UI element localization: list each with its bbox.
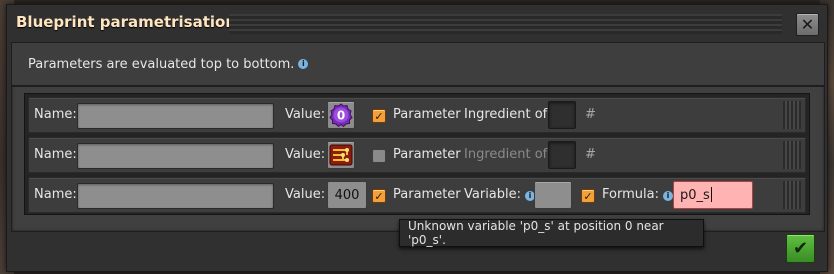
confirm-button[interactable]: ✔ [786,234,815,263]
header-strip: Parameters are evaluated top to bottom. … [12,43,824,87]
variable-label: Variable: i [464,187,536,202]
titlebar: Blueprint parametrisation ✕ [7,5,827,41]
drag-handle[interactable] [229,14,782,34]
close-button[interactable]: ✕ [796,13,819,36]
svg-text:0: 0 [337,109,345,123]
parameter-label: Parameter [393,187,461,202]
value-number-field[interactable]: 400 [327,181,367,209]
parameter-checkbox[interactable] [372,149,386,163]
name-input[interactable] [77,143,274,169]
formula-label: Formula: i [602,187,673,202]
error-tooltip: Unknown variable 'p0_s' at position 0 ne… [399,219,704,247]
value-label: Value: [285,107,326,122]
ingredient-of-slot[interactable] [548,141,576,169]
name-input[interactable] [77,183,274,209]
hash-label: # [585,107,596,122]
window-title: Blueprint parametrisation [16,13,237,31]
row-grip-handle[interactable] [783,101,801,129]
value-label: Value: [285,147,326,162]
variable-input[interactable] [534,181,572,209]
value-slot[interactable] [327,141,355,169]
name-input[interactable] [77,103,274,129]
content-panel: Parameters are evaluated top to bottom. … [11,42,825,232]
formula-checkbox[interactable]: ✓ [581,189,595,203]
value-slot[interactable]: 0 [327,101,355,129]
parameter-checkbox[interactable]: ✓ [372,189,386,203]
parameter-label: Parameter [393,147,461,162]
parameters-list: Name: Value: 0 ✓ Parameter Ingredient of… [24,93,810,215]
name-label: Name: [34,187,77,202]
parameter-checkbox[interactable]: ✓ [372,109,386,123]
text-caret [710,187,712,202]
electronic-circuit-icon [329,144,353,166]
info-icon[interactable]: i [298,59,309,69]
parameter-row-2: Name: Value: Parameter Ingredient of: # [28,137,806,173]
parameter-label: Parameter [393,107,461,122]
ingredient-of-label: Ingredient of: [464,107,552,122]
parameter-row-3: Name: Value: 400 ✓ Parameter Variable: i … [28,177,806,213]
ingredient-of-label: Ingredient of: [464,147,552,162]
header-text: Parameters are evaluated top to bottom. [28,56,295,72]
tooltip-text: Unknown variable 'p0_s' at position 0 ne… [408,219,664,247]
parameter-row-1: Name: Value: 0 ✓ Parameter Ingredient of… [28,97,806,133]
info-icon[interactable]: i [662,191,673,201]
name-label: Name: [34,107,77,122]
hash-label: # [585,147,596,162]
formula-text: p0_s [680,188,710,203]
checkmark-icon: ✔ [792,237,809,259]
row-grip-handle[interactable] [783,141,801,169]
signal-0-icon: 0 [329,103,353,128]
ingredient-of-slot[interactable] [548,101,576,129]
close-icon: ✕ [800,14,815,34]
row-grip-handle[interactable] [783,181,801,209]
name-label: Name: [34,147,77,162]
formula-input[interactable]: p0_s [673,181,753,209]
value-label: Value: [285,187,326,202]
